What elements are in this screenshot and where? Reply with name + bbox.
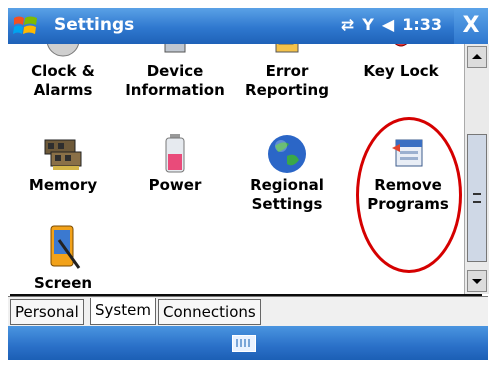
tab-personal[interactable]: Personal	[10, 299, 84, 325]
memory-item[interactable]: Memory	[8, 132, 118, 195]
key-lock-label: Key Lock	[363, 62, 439, 80]
regional-settings-label-1: Regional	[250, 176, 324, 194]
grip-icon	[473, 193, 481, 203]
battery-icon	[165, 134, 185, 173]
clock-icon	[46, 44, 80, 57]
screen-icon	[50, 225, 81, 269]
key-lock-icon	[394, 44, 408, 47]
error-reporting-icon	[275, 44, 299, 53]
memory-icon	[44, 139, 82, 170]
clock-alarms-label-1: Clock &	[31, 62, 95, 80]
error-reporting-item[interactable]: Error Reporting	[232, 44, 342, 100]
title-bar: Settings ⇄ Y ◀ 1:33 X	[8, 8, 488, 44]
window-title: Settings	[54, 15, 135, 35]
screen-label: Screen	[33, 274, 93, 292]
key-lock-item[interactable]: Key Lock	[346, 44, 456, 81]
highlight-circle	[356, 117, 462, 273]
error-reporting-label-2: Reporting	[245, 81, 329, 99]
chevron-up-icon	[472, 54, 482, 59]
bottom-command-bar	[8, 326, 488, 360]
tab-connections[interactable]: Connections	[158, 299, 261, 325]
windows-start-icon[interactable]	[12, 12, 40, 40]
power-item[interactable]: Power	[120, 132, 230, 195]
clock-alarms-label-2: Alarms	[33, 81, 93, 99]
connectivity-icon[interactable]: ⇄	[341, 15, 354, 34]
chevron-down-icon	[472, 279, 482, 284]
settings-tabs: Personal System Connections	[8, 296, 488, 327]
signal-icon[interactable]: Y	[362, 15, 374, 34]
scroll-down-button[interactable]	[467, 270, 487, 292]
clock-time[interactable]: 1:33	[402, 15, 442, 34]
status-area: ⇄ Y ◀ 1:33	[341, 15, 442, 34]
device-info-icon	[164, 44, 186, 53]
volume-icon[interactable]: ◀	[382, 15, 394, 34]
screen-item[interactable]: Screen	[8, 222, 118, 293]
memory-label: Memory	[28, 176, 98, 194]
device-information-label-1: Device	[146, 62, 204, 80]
regional-settings-label-2: Settings	[251, 195, 323, 213]
device-information-item[interactable]: Device Information	[120, 44, 230, 100]
globe-icon	[268, 135, 306, 173]
scroll-thumb[interactable]	[467, 134, 487, 262]
vertical-scrollbar[interactable]	[464, 44, 489, 294]
regional-settings-item[interactable]: Regional Settings	[232, 132, 342, 214]
power-label: Power	[148, 176, 202, 194]
clock-alarms-item[interactable]: Clock & Alarms	[8, 44, 118, 100]
scroll-up-button[interactable]	[467, 46, 487, 68]
keyboard-icon[interactable]	[232, 335, 256, 352]
device-information-label-2: Information	[125, 81, 225, 99]
tab-system[interactable]: System	[90, 298, 156, 325]
error-reporting-label-1: Error	[265, 62, 309, 80]
close-button[interactable]: X	[454, 8, 488, 44]
